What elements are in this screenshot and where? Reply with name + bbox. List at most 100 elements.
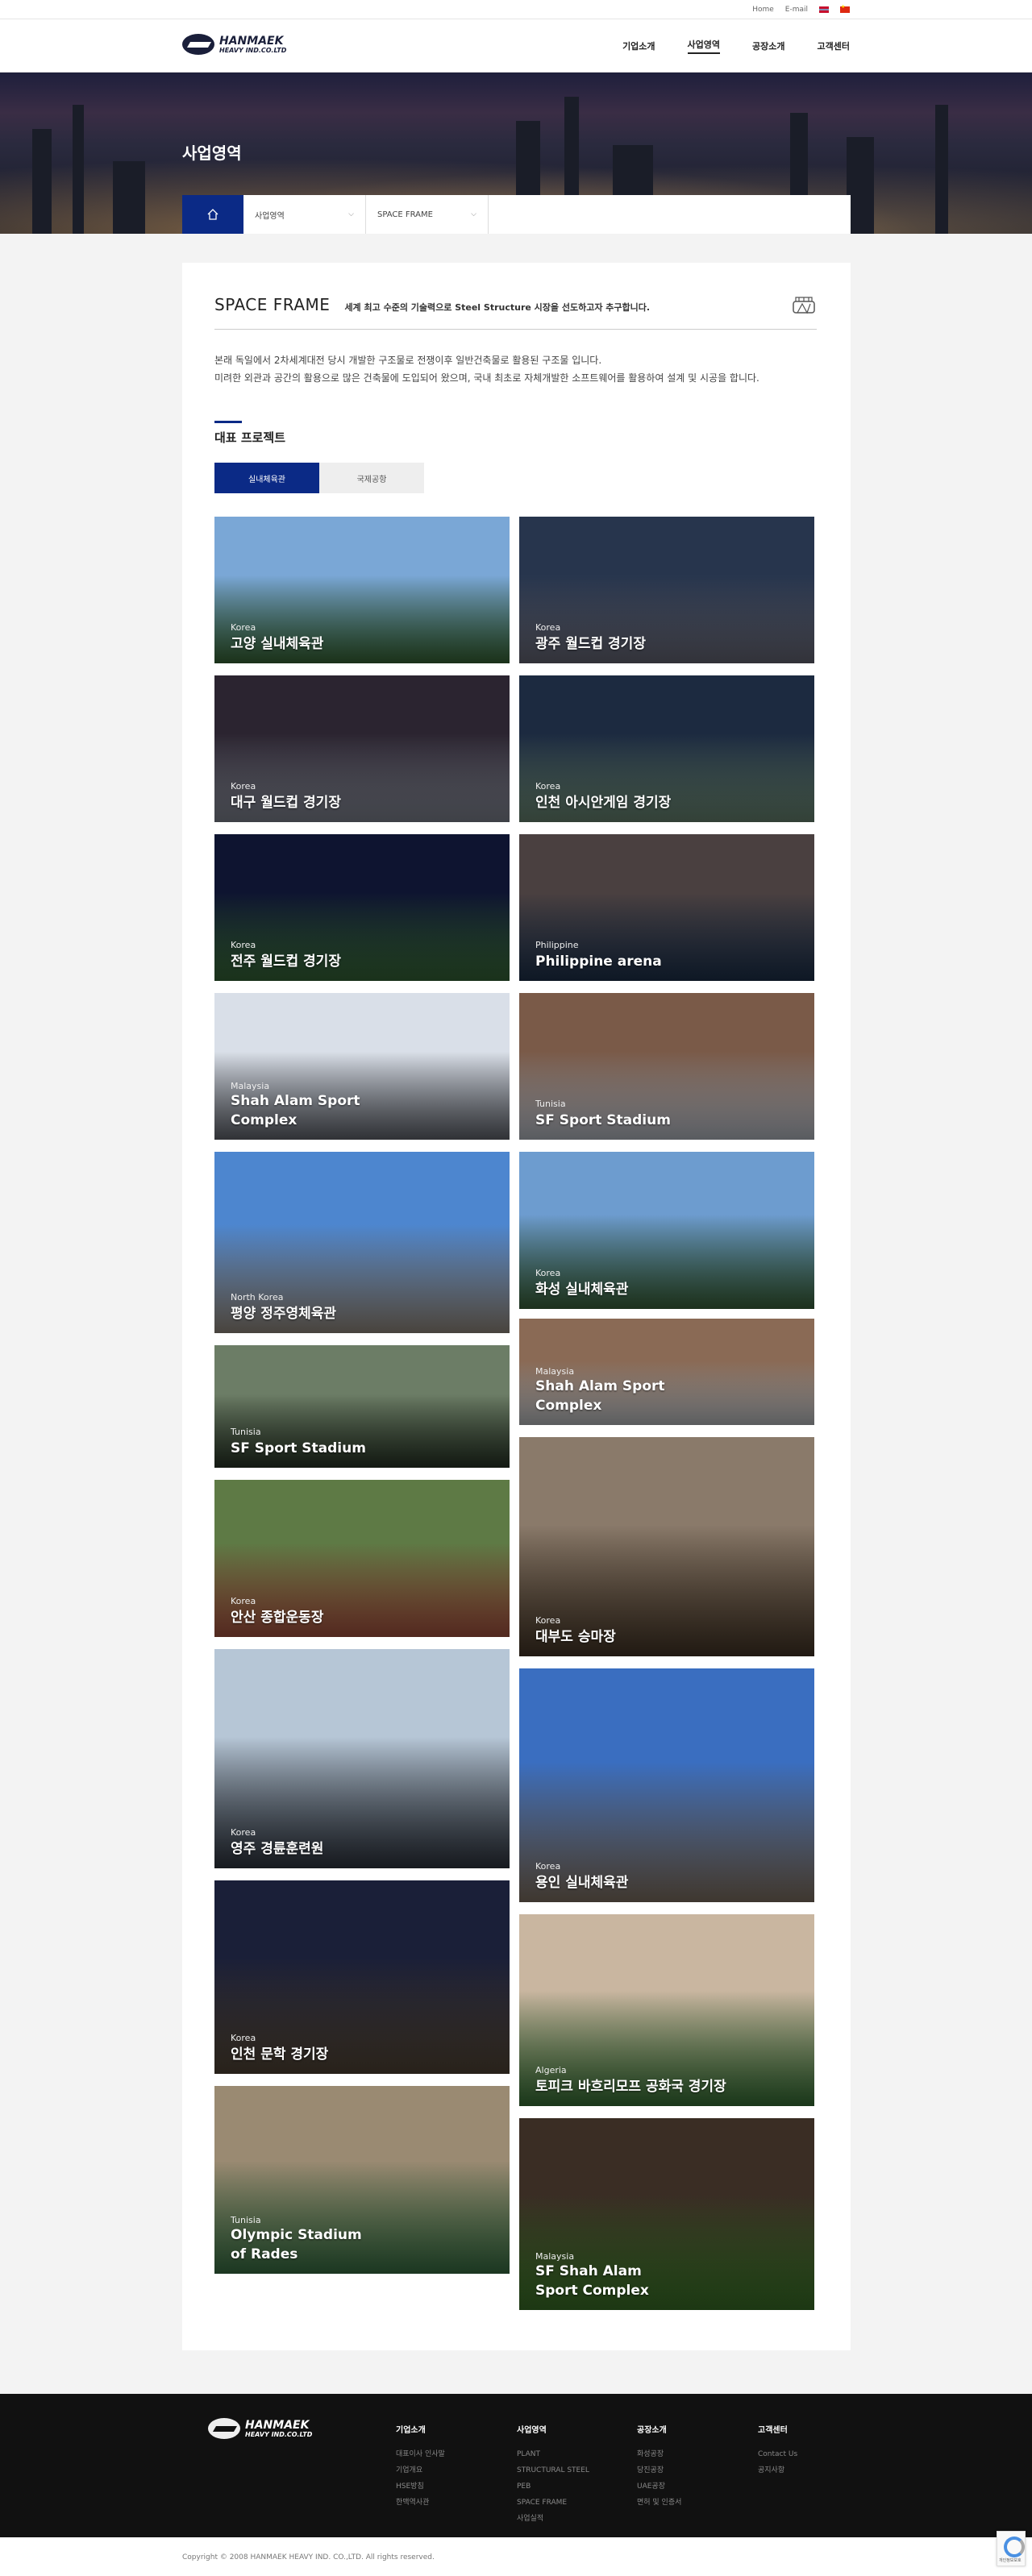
project-country: Korea [535, 1615, 561, 1626]
project-name: 용인 실내체육관 [535, 1875, 629, 1891]
section-heading: SPACE FRAME 세계 최고 수준의 기술력으로 Steel Struct… [214, 295, 650, 314]
footer-link[interactable]: 기업개요 [396, 2462, 445, 2478]
nav-company[interactable]: 기업소개 [622, 39, 655, 52]
project-country: Tunisia [231, 2215, 261, 2225]
section-title: SPACE FRAME [214, 295, 331, 314]
project-card[interactable]: Malaysia SF Shah Alam Sport Complex [519, 2118, 814, 2310]
nav-business[interactable]: 사업영역 [687, 38, 721, 54]
project-card[interactable]: Malaysia Shah Alam Sport Complex [519, 1319, 814, 1425]
footer-column-title[interactable]: 고객센터 [758, 2423, 797, 2435]
project-country: North Korea [231, 1292, 284, 1303]
tab-indoor-gym[interactable]: 실내체육관 [214, 463, 319, 493]
project-card[interactable]: Korea 전주 월드컵 경기장 [214, 834, 510, 981]
project-name: SF Sport Stadium [231, 1440, 366, 1456]
utility-bar: Home E-mail [0, 0, 1032, 19]
project-name: 화성 실내체육관 [535, 1282, 629, 1298]
footer-column-title[interactable]: 사업영역 [517, 2423, 589, 2435]
project-card[interactable]: Tunisia Olympic Stadium of Rades [214, 2086, 510, 2274]
project-country: Malaysia [535, 1366, 575, 1377]
project-name: 인천 문학 경기장 [231, 2046, 329, 2063]
hanmaek-logo-icon [208, 2418, 240, 2439]
footer-column-title[interactable]: 기업소개 [396, 2423, 445, 2435]
project-card[interactable]: Tunisia SF Sport Stadium [214, 1345, 510, 1468]
recaptcha-badge[interactable]: 개인정보보호 [997, 2531, 1026, 2566]
home-link[interactable]: Home [752, 6, 774, 14]
project-country: Tunisia [535, 1099, 566, 1109]
project-name: Shah Alam Sport Complex [535, 1378, 665, 1414]
project-name: 전주 월드컵 경기장 [231, 954, 341, 970]
project-card[interactable]: Korea 인천 문학 경기장 [214, 1880, 510, 2074]
project-name: 광주 월드컵 경기장 [535, 636, 646, 652]
project-card[interactable]: North Korea 평양 정주영체육관 [214, 1152, 510, 1333]
project-country: Korea [231, 781, 256, 791]
utility-links: Home E-mail [752, 0, 850, 19]
footer-link[interactable]: Contact Us [758, 2446, 797, 2462]
project-card[interactable]: Korea 고양 실내체육관 [214, 517, 510, 663]
footer-link[interactable]: UAE공장 [637, 2478, 681, 2495]
project-country: Korea [231, 940, 256, 950]
project-card[interactable]: Philippine Philippine arena [519, 834, 814, 981]
chevron-down-icon: ⌵ [348, 210, 354, 218]
project-card[interactable]: Korea 대구 월드컵 경기장 [214, 675, 510, 822]
project-country: Korea [535, 1861, 561, 1872]
footer-link[interactable]: 화성공장 [637, 2446, 681, 2462]
footer-link[interactable]: SPACE FRAME [517, 2495, 589, 2511]
project-card[interactable]: Korea 영주 경륜훈련원 [214, 1649, 510, 1868]
project-card[interactable]: Malaysia Shah Alam Sport Complex [214, 993, 510, 1140]
section-subtitle: 세계 최고 수준의 기술력으로 Steel Structure 시장을 선도하고… [344, 302, 651, 313]
project-name: 인천 아시안게임 경기장 [535, 795, 672, 811]
footer-link[interactable]: 사업실적 [517, 2511, 589, 2527]
footer-logo[interactable]: HANMAEK HEAVY IND.CO.LTD [208, 2418, 312, 2439]
section-description: 본래 독일에서 2차세계대전 당시 개발한 구조물로 전쟁이후 일반건축물로 활… [214, 355, 759, 384]
footer-column-title[interactable]: 공장소개 [637, 2423, 681, 2435]
home-button[interactable] [182, 195, 243, 234]
footer-link[interactable]: 당진공장 [637, 2462, 681, 2478]
main-nav: 기업소개 사업영역 공장소개 고객센터 [622, 19, 850, 73]
email-link[interactable]: E-mail [785, 6, 808, 14]
project-country: Philippine [535, 940, 579, 950]
footer-column: 고객센터 Contact Us 공지사항 [758, 2423, 797, 2478]
location-select-level2[interactable]: SPACE FRAME ⌵ [366, 195, 489, 234]
logo-subname: HEAVY IND.CO.LTD [219, 46, 287, 54]
projects-title-accent [214, 421, 242, 423]
project-name: 안산 종합운동장 [231, 1610, 324, 1626]
nav-factory[interactable]: 공장소개 [752, 39, 784, 52]
project-card[interactable]: Korea 광주 월드컵 경기장 [519, 517, 814, 663]
footer-link[interactable]: 대표이사 인사말 [396, 2446, 445, 2462]
footer-link[interactable]: PEB [517, 2478, 589, 2495]
project-country: Korea [535, 781, 561, 791]
project-card[interactable]: Korea 안산 종합운동장 [214, 1480, 510, 1637]
english-flag-icon[interactable] [819, 6, 829, 13]
project-card[interactable]: Korea 대부도 승마장 [519, 1437, 814, 1656]
section-divider [214, 329, 817, 330]
site-logo[interactable]: HANMAEK HEAVY IND.CO.LTD [182, 34, 286, 55]
project-card[interactable]: Korea 용인 실내체육관 [519, 1668, 814, 1902]
footer-link[interactable]: PLANT [517, 2446, 589, 2462]
footer-link[interactable]: 한맥역사관 [396, 2495, 445, 2511]
project-name: Philippine arena [535, 954, 662, 970]
project-country: Korea [231, 1596, 256, 1606]
footer-link[interactable]: 공지사항 [758, 2462, 797, 2478]
footer-link[interactable]: HSE방침 [396, 2478, 445, 2495]
project-name: 토피크 바흐리모프 공화국 경기장 [535, 2079, 726, 2095]
chinese-flag-icon[interactable] [840, 4, 850, 13]
tab-airport[interactable]: 국제공항 [319, 463, 424, 493]
project-country: Malaysia [535, 2251, 575, 2262]
project-country: Korea [231, 2033, 256, 2043]
project-name: Shah Alam Sport Complex [231, 1093, 360, 1128]
hanmaek-logo-icon [182, 34, 214, 55]
project-card[interactable]: Algeria 토피크 바흐리모프 공화국 경기장 [519, 1914, 814, 2106]
project-card[interactable]: Korea 인천 아시안게임 경기장 [519, 675, 814, 822]
chevron-down-icon: ⌵ [471, 210, 476, 218]
project-card[interactable]: Tunisia SF Sport Stadium [519, 993, 814, 1140]
footer-link[interactable]: 면허 및 인증서 [637, 2495, 681, 2511]
copyright-bar: Copyright © 2008 HANMAEK HEAVY IND. CO.,… [0, 2537, 1032, 2576]
location-bar: 사업영역 ⌵ SPACE FRAME ⌵ [182, 195, 851, 234]
footer-column: 기업소개대표이사 인사말 기업개요 HSE방침 한맥역사관 [396, 2423, 445, 2511]
project-card[interactable]: Korea 화성 실내체육관 [519, 1152, 814, 1309]
home-icon [207, 209, 218, 220]
location-select-level1[interactable]: 사업영역 ⌵ [243, 195, 366, 234]
footer-link[interactable]: STRUCTURAL STEEL [517, 2462, 589, 2478]
project-name: 고양 실내체육관 [231, 636, 324, 652]
nav-customer[interactable]: 고객센터 [818, 39, 850, 52]
